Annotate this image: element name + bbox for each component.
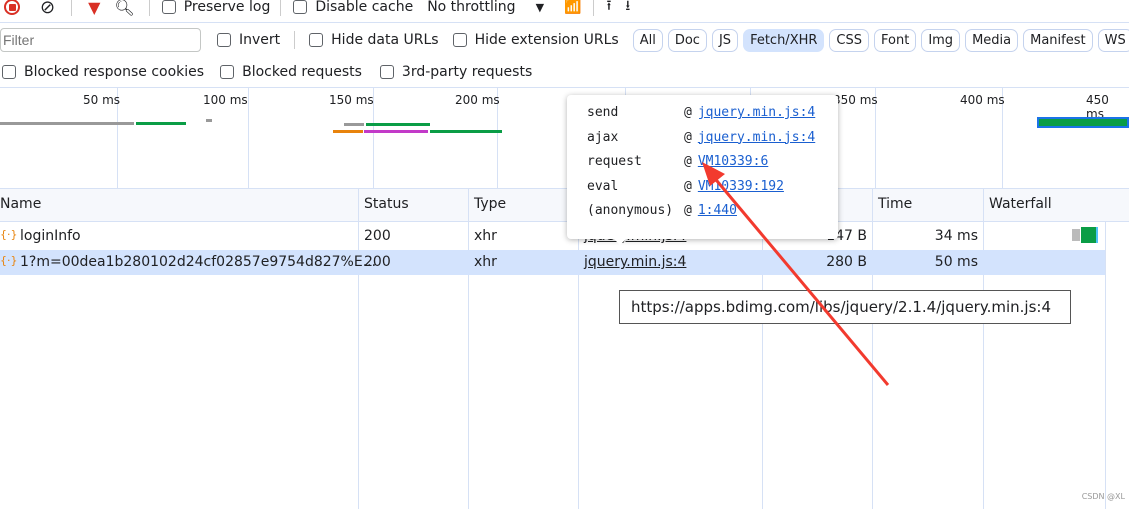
annotation-arrow [702,162,890,386]
watermark: CSDN @XL [1081,492,1125,501]
